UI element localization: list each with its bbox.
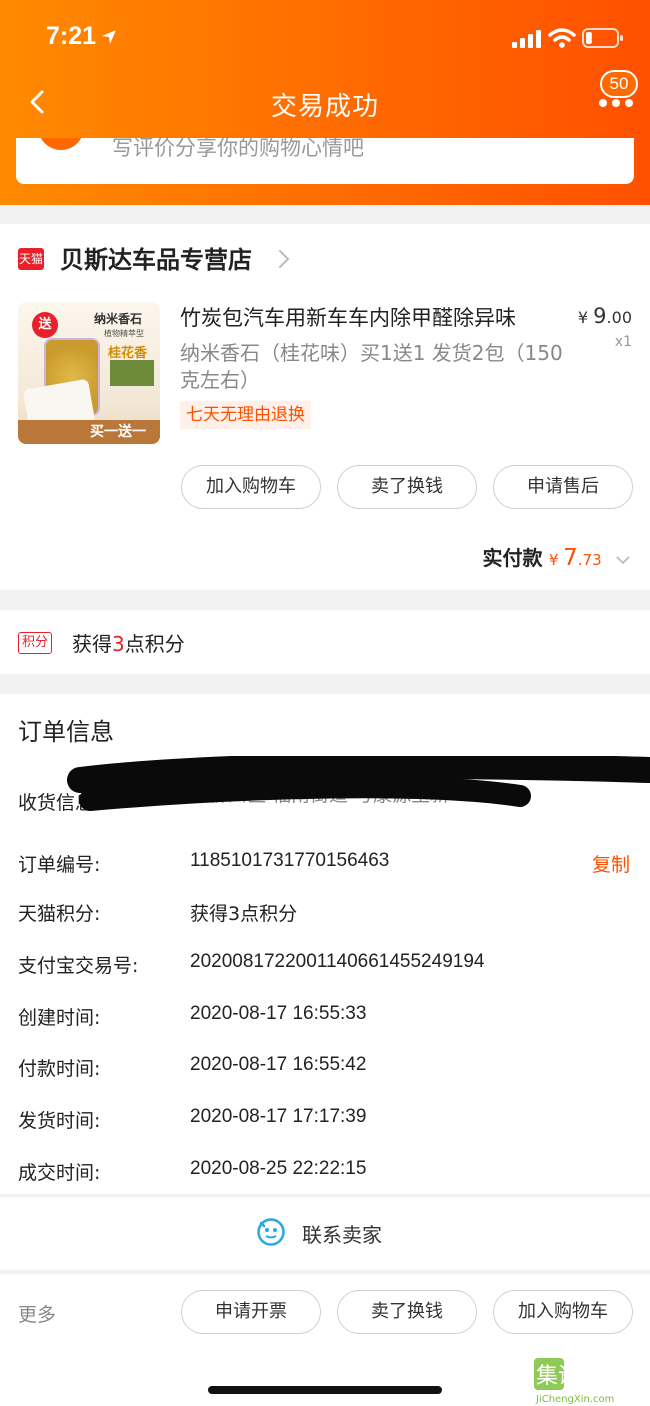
- order-number-label: 订单编号:: [18, 854, 101, 876]
- completed-time-value: 2020-08-25 22:22:15: [190, 1158, 367, 1179]
- add-to-cart-bottom-button[interactable]: 加入购物车: [493, 1290, 633, 1334]
- contact-seller-label: 联系卖家: [302, 1223, 382, 1247]
- points-tag: 积分: [18, 632, 53, 654]
- review-prompt-card[interactable]: 写评价分享你的购物心情吧: [16, 138, 634, 184]
- alipay-trade-value: 2020081722001140661455249194: [190, 951, 485, 972]
- battery-icon: [582, 28, 623, 48]
- paid-currency: ¥: [548, 551, 559, 569]
- more-button[interactable]: 更多: [18, 1300, 56, 1327]
- message-badge[interactable]: 50: [600, 70, 638, 98]
- home-indicator[interactable]: [208, 1386, 442, 1394]
- price-decimal: .00: [606, 308, 632, 327]
- cellular-signal-icon: [512, 30, 541, 48]
- page-title: 交易成功: [270, 92, 379, 122]
- store-card: 天猫 贝斯达车品专营店 送 纳米香石 植物精萃型 桂花香 买一送一 竹炭包汽车用…: [0, 224, 650, 590]
- thumb-scent: 桂花香: [108, 346, 148, 361]
- created-time-label: 创建时间:: [18, 1007, 101, 1029]
- chevron-down-icon[interactable]: [616, 555, 630, 565]
- item-quantity: x1: [614, 334, 632, 350]
- paid-amount-row[interactable]: 实付款 ¥ 7.73: [482, 542, 630, 571]
- watermark-logo: 集诚信 JiChengXin.com: [534, 1358, 614, 1404]
- return-policy-tag: 七天无理由退换: [180, 401, 311, 429]
- sell-for-cash-button[interactable]: 卖了换钱: [337, 465, 477, 509]
- points-card: 积分 获得3点积分: [0, 610, 650, 674]
- order-info-card: 订单信息 收货信息 市柳州区 福南街道 号康源至新 订单编号: 11851017…: [0, 694, 650, 1194]
- order-info-title: 订单信息: [18, 718, 114, 746]
- more-dots-icon[interactable]: [596, 96, 636, 110]
- created-time-value: 2020-08-17 16:55:33: [190, 1003, 367, 1024]
- price-currency: ¥: [577, 308, 589, 327]
- paid-label: 实付款: [482, 546, 543, 570]
- wifi-icon: [548, 28, 576, 48]
- store-name[interactable]: 贝斯达车品专营店: [60, 240, 252, 275]
- paid-integer: 7: [563, 545, 578, 571]
- item-title[interactable]: 竹炭包汽车用新车车内除甲醛除异味: [180, 302, 550, 332]
- paid-decimal: .73: [577, 551, 602, 569]
- order-number-value: 1185101731770156463: [190, 850, 390, 871]
- status-time: 7:21: [46, 22, 97, 50]
- paid-time-value: 2020-08-17 16:55:42: [190, 1054, 367, 1075]
- status-bar: 7:21: [0, 0, 650, 78]
- thumb-title: 纳米香石: [94, 312, 143, 326]
- paid-amount: ¥ 7.73: [548, 545, 602, 571]
- points-value: 3: [112, 632, 125, 656]
- chevron-right-icon[interactable]: [276, 246, 292, 272]
- points-suffix: 点积分: [124, 632, 185, 656]
- request-invoice-button[interactable]: 申请开票: [181, 1290, 321, 1334]
- gift-badge: 送: [32, 312, 58, 338]
- tmall-points-value: 获得3点积分: [190, 903, 298, 925]
- add-to-cart-button[interactable]: 加入购物车: [181, 465, 321, 509]
- review-avatar: [38, 138, 84, 150]
- paid-time-label: 付款时间:: [18, 1058, 101, 1080]
- chat-bot-icon: [257, 1218, 285, 1246]
- points-text: 获得3点积分: [72, 628, 185, 657]
- completed-time-label: 成交时间:: [18, 1162, 101, 1184]
- alipay-trade-label: 支付宝交易号:: [18, 955, 139, 977]
- shipped-time-label: 发货时间:: [18, 1110, 101, 1132]
- copy-button[interactable]: 复制: [592, 850, 630, 877]
- contact-seller-button[interactable]: 联系卖家: [0, 1196, 650, 1270]
- thumb-banner-text: 买一送一: [90, 424, 146, 440]
- after-sales-button[interactable]: 申请售后: [493, 465, 633, 509]
- points-prefix: 获得: [72, 632, 112, 656]
- header: 7:21 交易成功 50 写评价分享你的购物心情吧: [0, 0, 650, 205]
- review-prompt-text: 写评价分享你的购物心情吧: [112, 138, 364, 160]
- watermark-url: JiChengXin.com: [535, 1394, 614, 1404]
- location-arrow-icon: [102, 30, 116, 44]
- item-spec: 纳米香石（桂花味）买1送1 发货2包（150克左右）: [180, 341, 563, 392]
- tmall-points-label: 天猫积分:: [18, 903, 101, 925]
- product-thumbnail[interactable]: 送 纳米香石 植物精萃型 桂花香 买一送一: [18, 302, 160, 444]
- redaction-scribble: [67, 756, 650, 811]
- price-integer: 9: [593, 304, 607, 328]
- item-price: ¥ 9.00: [578, 304, 632, 328]
- tmall-logo: 天猫: [18, 248, 44, 270]
- sell-for-cash-bottom-button[interactable]: 卖了换钱: [337, 1290, 477, 1334]
- shipped-time-value: 2020-08-17 17:17:39: [190, 1106, 367, 1127]
- bottom-action-bar: 更多 申请开票 卖了换钱 加入购物车 集诚信 JiChengXin.com: [0, 1274, 650, 1406]
- osmanthus-photo: [110, 360, 154, 386]
- thumb-subtitle: 植物精萃型: [104, 329, 144, 338]
- watermark-text: 集诚信: [536, 1364, 602, 1389]
